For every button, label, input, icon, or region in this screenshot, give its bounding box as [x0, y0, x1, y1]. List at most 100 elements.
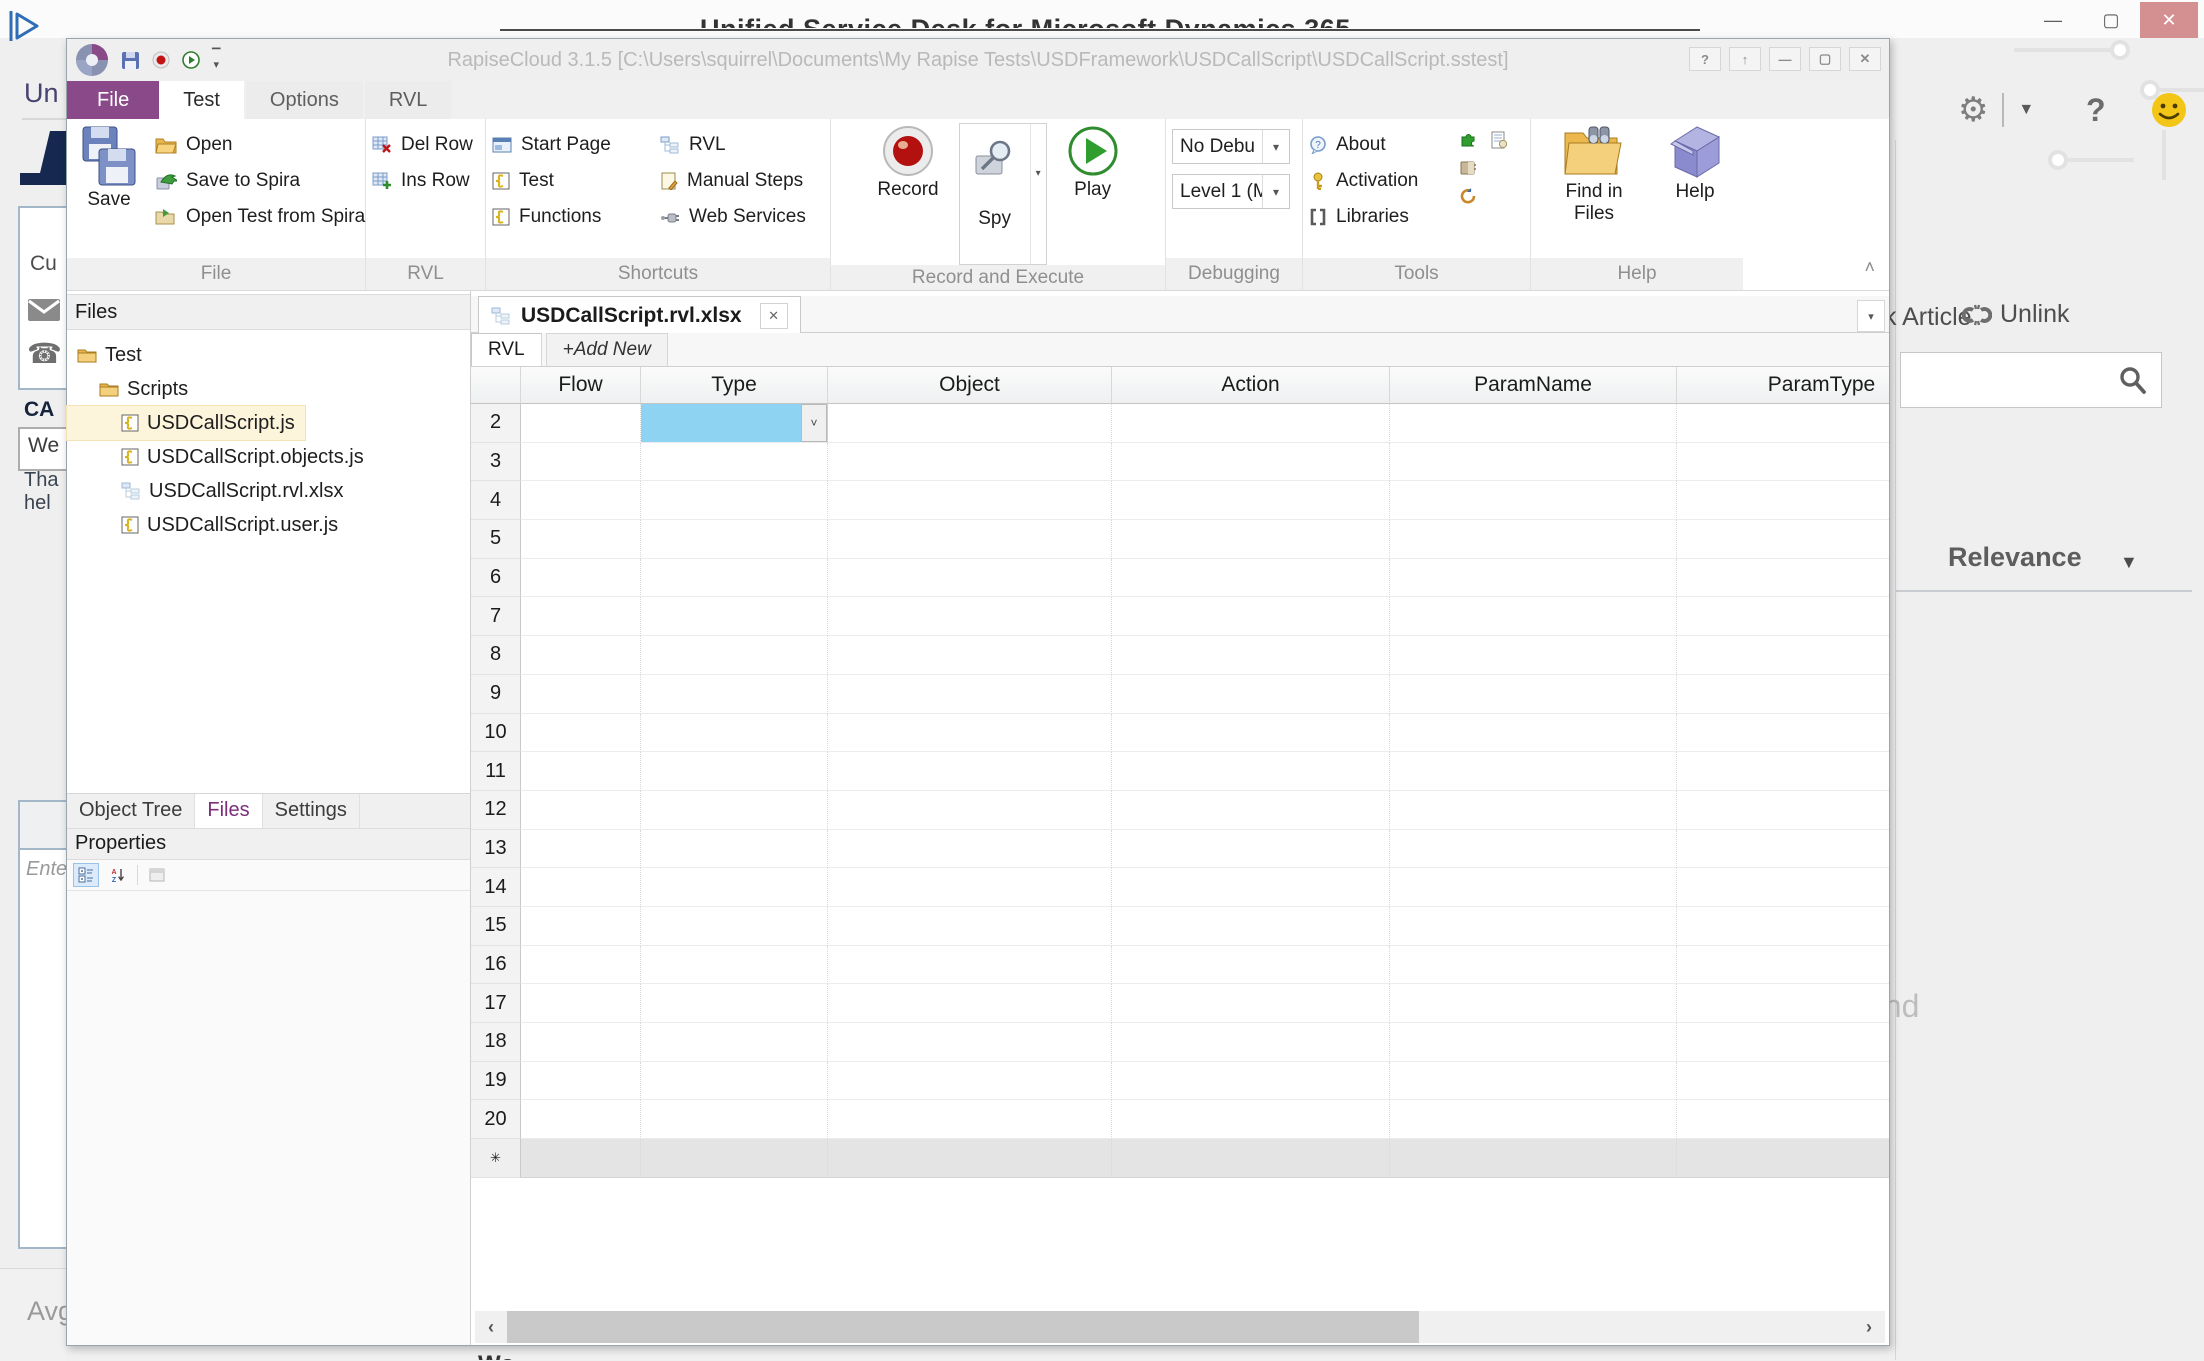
grid-row-header[interactable]: 12 [471, 791, 521, 830]
grid-cell[interactable] [641, 946, 828, 985]
help-button[interactable]: ? [1689, 47, 1721, 71]
grid-cell[interactable] [1112, 1100, 1390, 1139]
tab-test[interactable]: Test [159, 81, 244, 119]
grid-cell[interactable] [641, 481, 828, 520]
maximize-button[interactable]: ▢ [1809, 47, 1841, 71]
grid-row-header[interactable]: 6 [471, 559, 521, 598]
scroll-left-icon[interactable]: ‹ [475, 1311, 507, 1343]
phone-icon[interactable]: ☎ [27, 337, 62, 370]
grid-cell[interactable] [521, 597, 641, 636]
grid-cell[interactable] [828, 559, 1112, 598]
grid-cell[interactable] [1112, 559, 1390, 598]
grid-cell[interactable] [1112, 597, 1390, 636]
grid-cell[interactable] [828, 868, 1112, 907]
grid-row-header[interactable]: 18 [471, 1023, 521, 1062]
record-button[interactable]: Record [869, 123, 946, 265]
grid-cell[interactable] [521, 1023, 641, 1062]
chevron-down-icon[interactable]: ▼ [2120, 552, 2138, 573]
grid-cell[interactable] [521, 1100, 641, 1139]
minimize-button[interactable]: — [1769, 47, 1801, 71]
grid-cell[interactable] [521, 404, 641, 443]
grid-cell[interactable] [1677, 714, 1889, 753]
spy-dropdown-caret[interactable]: ▾ [1030, 124, 1046, 264]
plugin-icon[interactable] [1459, 131, 1477, 149]
tab-settings[interactable]: Settings [263, 794, 360, 828]
grid-cell[interactable] [828, 443, 1112, 482]
link-article-label[interactable]: k Article [1884, 303, 1972, 332]
grid-cell[interactable] [521, 714, 641, 753]
grid-cell[interactable] [1677, 868, 1889, 907]
grid-cell[interactable] [828, 1139, 1112, 1178]
grid-row-header[interactable]: 9 [471, 675, 521, 714]
grid-cell[interactable] [641, 443, 828, 482]
help-button-ribbon[interactable]: Help [1659, 123, 1731, 258]
qat-save-icon[interactable] [121, 51, 140, 70]
grid-row-header[interactable]: 8 [471, 636, 521, 675]
grid-row-header[interactable]: 19 [471, 1062, 521, 1101]
grid-cell[interactable] [1112, 1062, 1390, 1101]
grid-cell[interactable] [828, 984, 1112, 1023]
grid-cell[interactable] [641, 907, 828, 946]
grid-row-header[interactable]: 11 [471, 752, 521, 791]
envelope-icon[interactable] [27, 298, 61, 322]
qat-record-icon[interactable] [152, 51, 170, 69]
grid-cell[interactable] [1677, 1100, 1889, 1139]
grid-cell[interactable] [1112, 868, 1390, 907]
grid-cell[interactable] [1390, 714, 1677, 753]
report-icon[interactable] [1491, 131, 1507, 149]
grid-cell[interactable] [1112, 675, 1390, 714]
grid-cell[interactable] [641, 1139, 828, 1178]
grid-cell[interactable] [828, 520, 1112, 559]
grid-cell[interactable] [828, 481, 1112, 520]
sort-alphabetical-icon[interactable]: AZ [105, 863, 131, 887]
grid-cell[interactable] [828, 791, 1112, 830]
grid-cell[interactable] [1677, 675, 1889, 714]
grid-cell[interactable] [1390, 1139, 1677, 1178]
grid-cell[interactable] [1390, 481, 1677, 520]
grid-cell[interactable] [1677, 984, 1889, 1023]
open-test-from-spira-button[interactable]: Open Test from Spira [155, 203, 365, 230]
grid-row-header[interactable]: 15 [471, 907, 521, 946]
qat-play-icon[interactable] [182, 51, 200, 69]
horizontal-scrollbar[interactable]: ‹ › [475, 1311, 1885, 1343]
tree-item-file[interactable]: USDCallScript.user.js [67, 508, 470, 542]
grid-row-header[interactable]: 2 [471, 404, 521, 443]
start-page-button[interactable]: Start Page [492, 131, 660, 158]
grid-row-header[interactable]: 16 [471, 946, 521, 985]
grid-column-header[interactable]: ParamName [1390, 367, 1677, 404]
grid-cell[interactable] [641, 714, 828, 753]
grid-cell[interactable] [828, 675, 1112, 714]
grid-cell[interactable] [641, 636, 828, 675]
grid-column-header[interactable]: Object [828, 367, 1112, 404]
grid-row-header[interactable]: 5 [471, 520, 521, 559]
grid-cell[interactable] [1677, 946, 1889, 985]
grid-cell[interactable] [828, 830, 1112, 869]
grid-row-header[interactable]: 10 [471, 714, 521, 753]
tree-item-folder[interactable]: Test [67, 338, 470, 372]
save-button[interactable]: Save [73, 123, 145, 258]
grid-cell[interactable] [828, 597, 1112, 636]
document-bar-dropdown[interactable]: ▾ [1857, 300, 1885, 332]
verbosity-level-select[interactable]: Level 1 (M ▾ [1172, 174, 1290, 209]
search-icon[interactable] [2117, 365, 2147, 395]
grid-cell[interactable] [1390, 1023, 1677, 1062]
smiley-icon[interactable] [2150, 91, 2188, 129]
play-button[interactable]: Play [1059, 123, 1127, 265]
grid-cell[interactable] [641, 984, 828, 1023]
relevance-sort-label[interactable]: Relevance [1948, 542, 2082, 573]
grid-cell[interactable] [1677, 559, 1889, 598]
unlink-button[interactable]: Unlink [1962, 300, 2069, 329]
rvl-shortcut-button[interactable]: RVL [660, 131, 806, 158]
grid-cell[interactable] [1112, 907, 1390, 946]
grid-cell[interactable] [1390, 675, 1677, 714]
grid-row-header[interactable]: 3 [471, 443, 521, 482]
grid-cell[interactable] [1112, 481, 1390, 520]
tab-object-tree[interactable]: Object Tree [67, 794, 195, 828]
grid-cell[interactable] [1677, 520, 1889, 559]
open-button[interactable]: Open [155, 131, 365, 158]
grid-cell[interactable] [828, 636, 1112, 675]
grid-cell[interactable] [1390, 443, 1677, 482]
grid-cell[interactable] [641, 1023, 828, 1062]
grid-row-header[interactable]: 17 [471, 984, 521, 1023]
grid-cell[interactable] [521, 868, 641, 907]
